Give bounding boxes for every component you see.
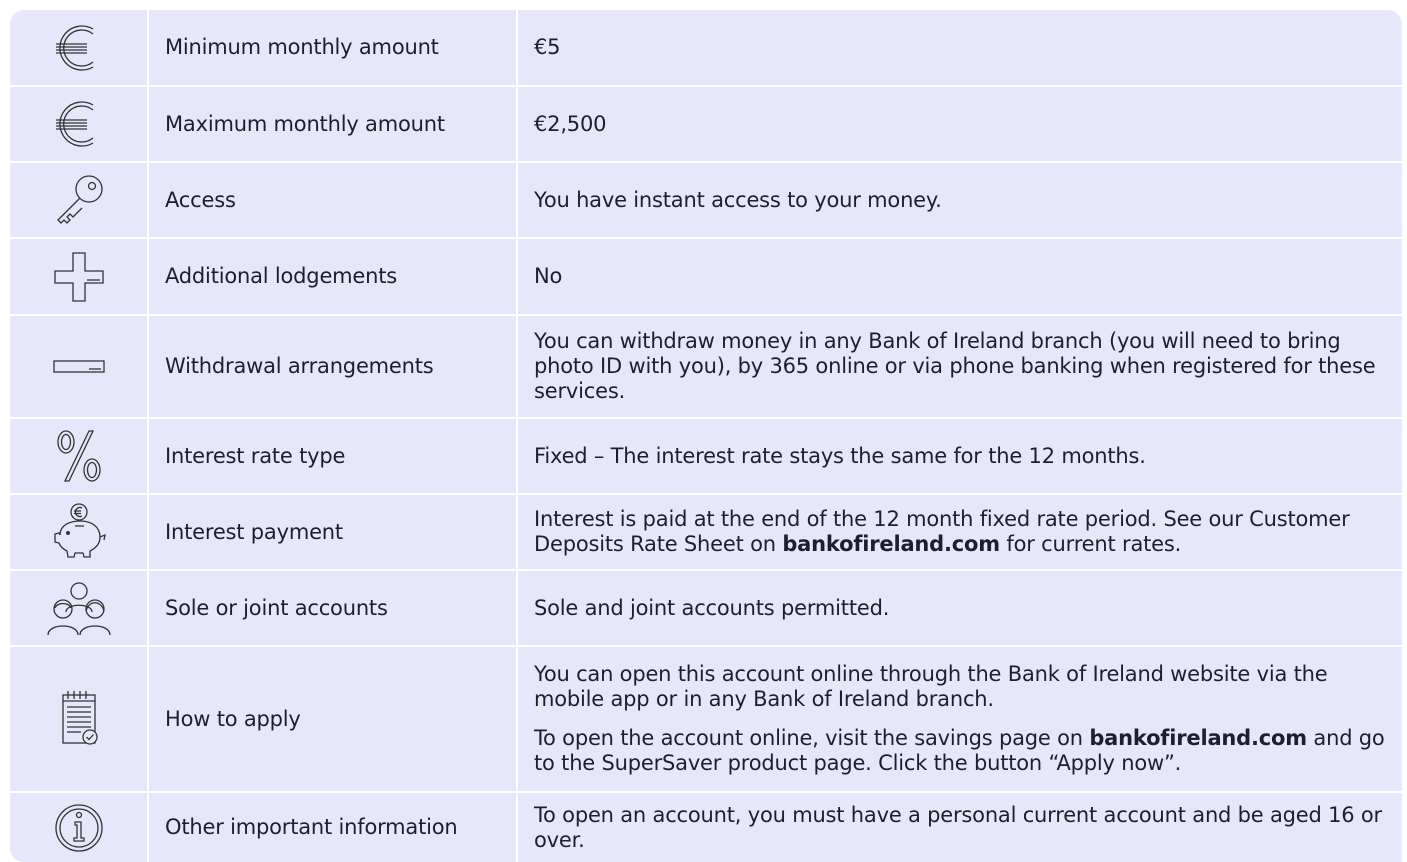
- row-label: Additional lodgements: [148, 238, 518, 316]
- euro-icon: [55, 101, 93, 147]
- euro-icon: [55, 24, 93, 71]
- table-row: Interest payment Interest is paid at the…: [10, 494, 1402, 571]
- row-value: No: [517, 238, 1402, 316]
- plus-icon: [53, 251, 104, 302]
- table-row: Other important information To open an a…: [10, 792, 1402, 862]
- bankofireland-link-text: bankofireland.com: [1089, 726, 1307, 750]
- row-value: €5: [517, 10, 1402, 87]
- table-row: Additional lodgements No: [10, 238, 1402, 316]
- row-label: Access: [148, 162, 518, 239]
- minus-icon: [52, 359, 105, 373]
- table-row: How to apply You can open this account o…: [10, 646, 1402, 793]
- row-label: Other important information: [148, 792, 518, 862]
- row-label: Sole or joint accounts: [148, 570, 518, 647]
- row-label: Withdrawal arrangements: [148, 315, 518, 419]
- row-value: Fixed – The interest rate stays the same…: [517, 418, 1402, 495]
- product-details-table: Minimum monthly amount €5 Maximum monthl…: [10, 10, 1402, 862]
- people-icon: [46, 582, 111, 636]
- table-row: Sole or joint accounts Sole and joint ac…: [10, 570, 1402, 647]
- row-value: You can open this account online through…: [517, 646, 1402, 793]
- table-row: Withdrawal arrangements You can withdraw…: [10, 315, 1402, 419]
- row-label: Interest payment: [148, 494, 518, 571]
- row-label: Interest rate type: [148, 418, 518, 495]
- row-label: Minimum monthly amount: [148, 10, 518, 87]
- percent-icon: [56, 430, 101, 482]
- row-label: Maximum monthly amount: [148, 86, 518, 163]
- row-label: How to apply: [148, 646, 518, 793]
- info-icon: [54, 803, 103, 852]
- table-row: Interest rate type Fixed – The interest …: [10, 418, 1402, 495]
- row-value: You can withdraw money in any Bank of Ir…: [517, 315, 1402, 419]
- table-row: Maximum monthly amount €2,500: [10, 86, 1402, 163]
- piggy-bank-icon: [53, 503, 106, 558]
- row-value: To open an account, you must have a pers…: [534, 802, 1382, 852]
- table-row: Minimum monthly amount €5: [10, 10, 1402, 87]
- row-value: You have instant access to your money.: [517, 162, 1402, 239]
- table-row: Access You have instant access to your m…: [10, 162, 1402, 239]
- checklist-icon: [61, 691, 98, 745]
- row-value: Interest is paid at the end of the 12 mo…: [517, 494, 1402, 571]
- key-icon: [56, 175, 103, 224]
- row-value: €2,500: [517, 86, 1402, 163]
- bankofireland-link-text: bankofireland.com: [782, 532, 1000, 556]
- row-value: Sole and joint accounts permitted.: [517, 570, 1402, 647]
